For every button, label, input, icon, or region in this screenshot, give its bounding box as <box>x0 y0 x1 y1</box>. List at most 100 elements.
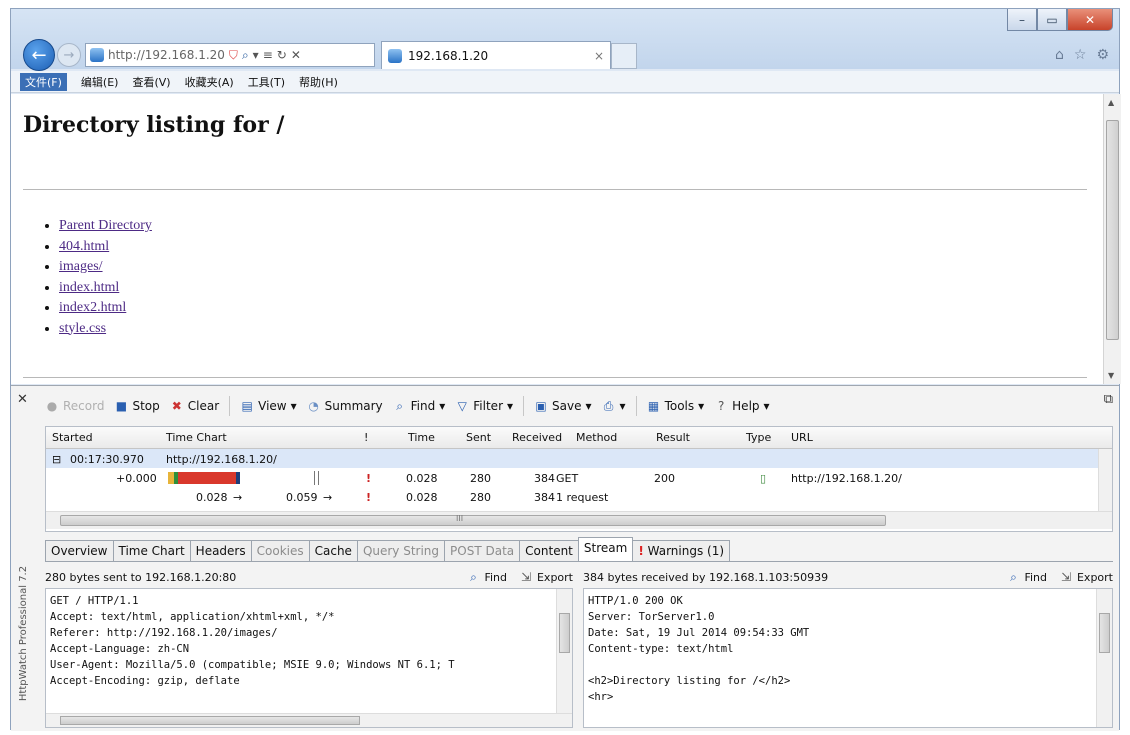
pane-vertical-scrollbar[interactable] <box>1096 589 1112 727</box>
stop-button[interactable]: ■ Stop <box>114 399 160 413</box>
link-images[interactable]: images/ <box>59 259 103 274</box>
col-received[interactable]: Received <box>512 431 562 444</box>
print-button[interactable]: ⎙ ▾ <box>602 399 626 414</box>
tab-warnings[interactable]: ! Warnings (1) <box>632 540 731 561</box>
scroll-up-icon[interactable]: ▲ <box>1108 98 1114 107</box>
clear-button[interactable]: ✖ Clear <box>170 399 219 413</box>
search-icon[interactable]: ⌕ <box>242 48 249 63</box>
tab-post-data[interactable]: POST Data <box>444 540 521 561</box>
tab-time-chart[interactable]: Time Chart <box>112 540 191 561</box>
collapse-icon[interactable]: ⊟ <box>52 453 61 466</box>
grid-vertical-scrollbar[interactable] <box>1098 449 1112 511</box>
link-parent-directory[interactable]: Parent Directory <box>59 218 152 233</box>
tab-favicon-icon <box>388 48 402 63</box>
page-group-row[interactable]: ⊟ 00:17:30.970 http://192.168.1.20/ <box>46 449 1112 468</box>
page-scrollbar[interactable]: ▲ ▼ <box>1103 94 1121 384</box>
summary-button[interactable]: ◔ Summary <box>307 399 382 413</box>
address-bar[interactable]: http://192.168.1.20 ⛉ ⌕ ▾ ≡ ↻ ✕ <box>85 43 375 67</box>
summary-requests: 1 request <box>556 491 609 504</box>
scrollbar-thumb[interactable] <box>1099 613 1110 653</box>
link-style-css[interactable]: style.css <box>59 321 106 336</box>
pane-horizontal-scrollbar[interactable] <box>46 713 572 727</box>
pane-vertical-scrollbar[interactable] <box>556 589 572 727</box>
page-type-icon: ▯ <box>760 472 767 485</box>
col-time-chart[interactable]: Time Chart <box>166 431 227 444</box>
minimize-icon[interactable]: – <box>1007 9 1037 31</box>
menu-edit[interactable]: 编辑(E) <box>81 74 119 90</box>
refresh-icon[interactable]: ↻ <box>277 48 287 62</box>
browser-window: – ▭ ✕ ← → http://192.168.1.20 ⛉ ⌕ ▾ ≡ ↻ … <box>10 8 1121 731</box>
list-item: Parent Directory <box>59 216 152 237</box>
received-stream-text[interactable]: HTTP/1.0 200 OK Server: TorServer1.0 Dat… <box>583 588 1113 728</box>
tab-cookies[interactable]: Cookies <box>250 540 310 561</box>
page-content: Directory listing for / Parent Directory… <box>11 94 1103 384</box>
tab-query-string[interactable]: Query String <box>356 540 446 561</box>
received-pane-header: 384 bytes received by 192.168.1.103:5093… <box>583 566 1113 588</box>
tools-button[interactable]: ▦ Tools ▾ <box>647 399 704 413</box>
warning-icon: ! <box>366 491 372 504</box>
tab-overview[interactable]: Overview <box>45 540 114 561</box>
close-panel-icon[interactable]: ✕ <box>17 392 28 407</box>
tab-close-icon[interactable]: × <box>594 49 604 63</box>
favorites-star-icon[interactable]: ☆ <box>1074 47 1087 63</box>
tab-headers[interactable]: Headers <box>189 540 252 561</box>
time-chart-end-segment <box>236 472 240 484</box>
stop-icon[interactable]: ✕ <box>291 48 301 62</box>
received-export-button[interactable]: ⇲ Export <box>1059 570 1113 584</box>
record-button[interactable]: ● Record <box>45 399 105 413</box>
find-button[interactable]: ⌕ Find ▾ <box>393 399 445 414</box>
forward-arrow-icon[interactable]: → <box>57 43 81 67</box>
close-window-icon[interactable]: ✕ <box>1067 9 1113 31</box>
sent-find-button[interactable]: ⌕ Find <box>466 570 507 584</box>
sent-export-button[interactable]: ⇲ Export <box>519 570 573 584</box>
maximize-icon[interactable]: ▭ <box>1037 9 1067 31</box>
col-time[interactable]: Time <box>408 431 435 444</box>
menu-tools[interactable]: 工具(T) <box>248 74 285 90</box>
sent-pane-header: 280 bytes sent to 192.168.1.20:80 ⌕ Find … <box>45 566 573 588</box>
col-warning[interactable]: ! <box>364 431 368 444</box>
arrow-right-icon: → <box>233 491 243 504</box>
stop-square-icon: ■ <box>115 399 128 413</box>
help-button[interactable]: ? Help ▾ <box>714 399 770 413</box>
view-button[interactable]: ▤ View ▾ <box>240 399 296 413</box>
chevron-down-icon: ▾ <box>763 399 770 413</box>
scrollbar-thumb[interactable] <box>559 613 570 653</box>
home-icon[interactable]: ⌂ <box>1055 47 1064 63</box>
col-started[interactable]: Started <box>52 431 93 444</box>
col-method[interactable]: Method <box>576 431 617 444</box>
col-url[interactable]: URL <box>791 431 813 444</box>
dropdown-icon[interactable]: ▾ <box>253 48 259 62</box>
grid-horizontal-scrollbar[interactable]: III <box>46 511 1112 529</box>
col-result[interactable]: Result <box>656 431 690 444</box>
browser-tab[interactable]: 192.168.1.20 × <box>381 41 611 69</box>
chevron-down-icon: ▾ <box>507 399 514 413</box>
filter-button[interactable]: ▽ Filter ▾ <box>455 399 513 413</box>
compat-view-icon[interactable]: ≡ <box>263 48 273 62</box>
scrollbar-thumb[interactable] <box>60 515 886 526</box>
col-sent[interactable]: Sent <box>466 431 491 444</box>
save-button[interactable]: ▣ Save ▾ <box>534 399 591 413</box>
sent-stream-text[interactable]: GET / HTTP/1.1 Accept: text/html, applic… <box>45 588 573 728</box>
link-index2-html[interactable]: index2.html <box>59 300 126 315</box>
col-type[interactable]: Type <box>746 431 771 444</box>
undock-panel-icon[interactable]: ⧉ <box>1104 392 1113 407</box>
scrollbar-thumb[interactable] <box>1106 120 1119 340</box>
menu-file[interactable]: 文件(F) <box>20 72 67 91</box>
table-row[interactable]: +0.000 ! 0.028 280 384 GET 200 ▯ http://… <box>46 468 1112 487</box>
scrollbar-thumb[interactable] <box>60 716 360 725</box>
link-index-html[interactable]: index.html <box>59 280 119 295</box>
link-404-html[interactable]: 404.html <box>59 239 109 254</box>
gear-icon[interactable]: ⚙ <box>1096 47 1109 63</box>
tab-stream[interactable]: Stream <box>577 537 634 561</box>
address-url: http://192.168.1.20 <box>108 48 225 62</box>
scroll-down-icon[interactable]: ▼ <box>1108 371 1114 380</box>
new-tab-button[interactable] <box>611 43 637 69</box>
summary-time-2: 0.059 <box>286 491 318 504</box>
back-arrow-icon[interactable]: ← <box>23 39 55 71</box>
menu-view[interactable]: 查看(V) <box>132 74 170 90</box>
menu-favorites[interactable]: 收藏夹(A) <box>185 74 234 90</box>
received-find-button[interactable]: ⌕ Find <box>1006 570 1047 584</box>
tab-content[interactable]: Content <box>519 540 579 561</box>
menu-help[interactable]: 帮助(H) <box>299 74 338 90</box>
tab-cache[interactable]: Cache <box>308 540 358 561</box>
